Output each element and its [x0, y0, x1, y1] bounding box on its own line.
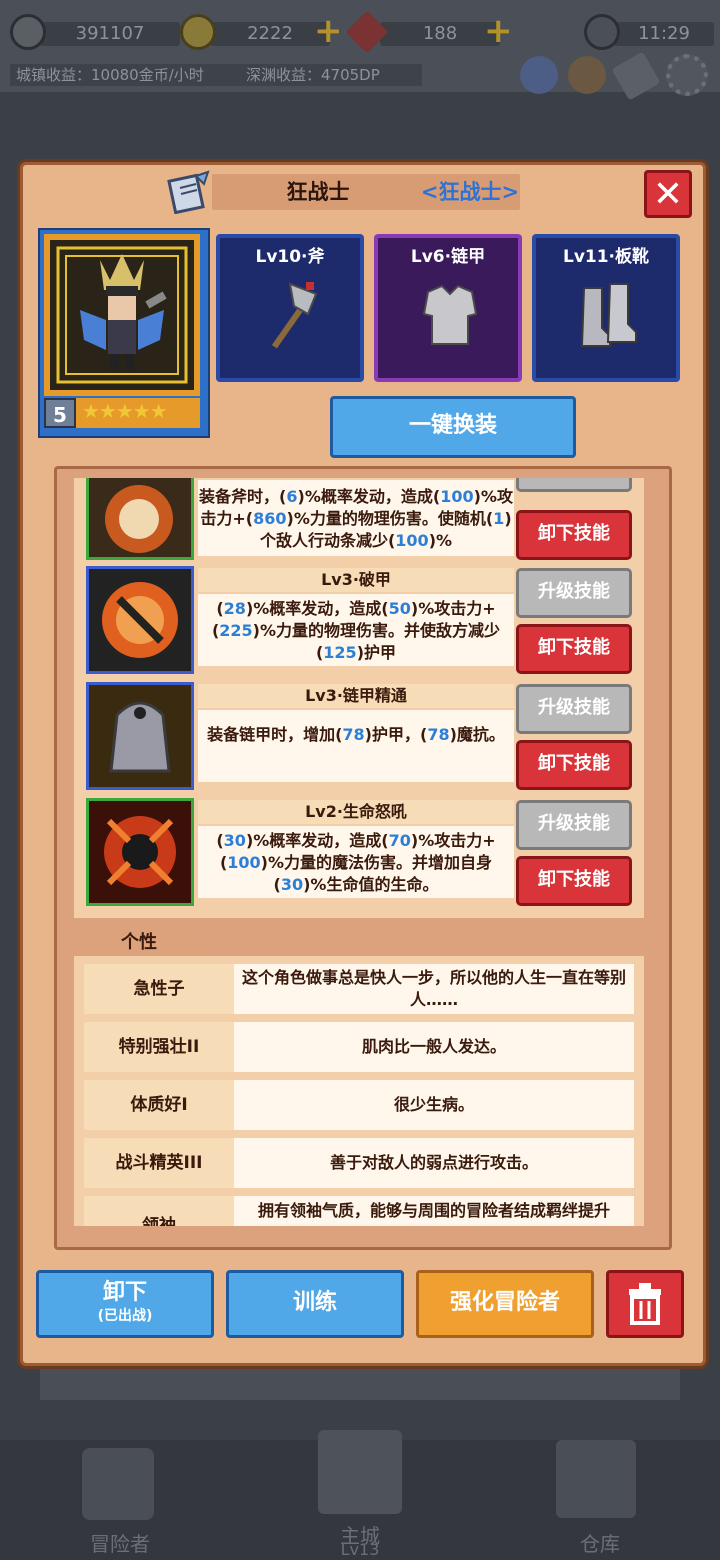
clock-value: 11:29 [614, 22, 714, 46]
settings-gear-icon[interactable] [666, 54, 708, 96]
skill-row: Lv3·链甲精通 装备链甲时，增加(78)护甲，(78)魔抗。 升级技能 卸下技… [74, 682, 644, 794]
skill-description: (28)%概率发动，造成(50)%攻击力+(225)%力量的物理伤害。并使敌方减… [198, 594, 514, 666]
coin-display: 2222 + [180, 14, 350, 50]
nav-warehouse[interactable]: 仓库 [540, 1528, 660, 1557]
trait-description: 这个角色做事总是快人一步，所以他的人生一直在等别人…… [234, 964, 634, 1014]
gem-icon [345, 10, 389, 54]
skill-description: 装备链甲时，增加(78)护甲，(78)魔抗。 [198, 710, 514, 782]
trait-description: 善于对敌人的弱点进行攻击。 [234, 1138, 634, 1188]
trait-row: 战斗精英III 善于对敌人的弱点进行攻击。 [84, 1138, 634, 1188]
skill-description: 装备斧时，(6)%概率发动，造成(100)%攻击力+(860)%力量的物理伤害。… [198, 480, 514, 556]
remove-skill-button[interactable]: 卸下技能 [516, 510, 632, 560]
boots-icon [580, 283, 637, 347]
coin-icon [180, 14, 216, 50]
gem-display: 188 + [345, 10, 520, 54]
skill-icon-life-roar [86, 798, 194, 906]
trait-name: 体质好I [84, 1080, 234, 1130]
trash-icon [629, 1283, 661, 1325]
nav-main-city-level: Lv13 [340, 1540, 380, 1559]
upgrade-skill-button[interactable]: 升级技能 [516, 568, 632, 618]
clock-icon [584, 14, 620, 50]
equip-slot-boots[interactable]: Lv11·板靴 [532, 234, 680, 382]
trait-name: 急性子 [84, 964, 234, 1014]
upgrade-skill-button[interactable]: 升级技能 [516, 800, 632, 850]
currency-display: 391107 [10, 14, 180, 50]
adventurers-nav-icon[interactable] [82, 1448, 154, 1520]
skill-name: Lv2·生命怒吼 [198, 800, 514, 824]
main-city-nav-icon[interactable] [318, 1430, 402, 1514]
skill-name: Lv3·破甲 [198, 568, 514, 592]
berserker-sprite-icon [56, 246, 188, 384]
book-icon [167, 170, 210, 214]
trait-row: 急性子 这个角色做事总是快人一步，所以他的人生一直在等别人…… [84, 964, 634, 1014]
trait-description: 肌肉比一般人发达。 [234, 1022, 634, 1072]
skill-description: (30)%概率发动，造成(70)%攻击力+(100)%力量的魔法伤害。并增加自身… [198, 826, 514, 898]
shop-icon[interactable] [568, 56, 606, 94]
currency-icon [10, 14, 46, 50]
unequip-label: 卸下 [102, 1280, 147, 1305]
chainmail-icon [422, 284, 478, 345]
unequip-hero-button[interactable]: 卸下 (已出战) [36, 1270, 214, 1338]
trait-row: 体质好I 很少生病。 [84, 1080, 634, 1130]
trait-description: 拥有领袖气质，能够与周围的冒险者结成羁绊提升 [234, 1196, 634, 1226]
hero-class: <狂战士> [420, 180, 520, 204]
axe-icon [271, 282, 318, 349]
trait-row: 特别强壮II 肌肉比一般人发达。 [84, 1022, 634, 1072]
skill-icon-axe [86, 478, 194, 560]
hero-name: 狂战士 [286, 180, 350, 204]
add-coins-icon[interactable]: + [314, 14, 343, 48]
coin-value: 2222 [210, 22, 330, 46]
equip-slot-armor[interactable]: Lv6·链甲 [374, 234, 522, 382]
equip-slot-weapon[interactable]: Lv10·斧 [216, 234, 364, 382]
delete-hero-button[interactable] [606, 1270, 684, 1338]
add-gems-icon[interactable]: + [484, 14, 513, 48]
currency-value: 391107 [40, 22, 180, 46]
remove-skill-button[interactable]: 卸下技能 [516, 856, 632, 906]
remove-skill-button[interactable]: 卸下技能 [516, 740, 632, 790]
unequip-sublabel: (已出战) [97, 1308, 153, 1324]
town-income: 城镇收益：10080金币/小时 [10, 64, 240, 86]
personality-tab[interactable]: 个性 [74, 929, 204, 957]
skill-icon-chainmail-mastery [86, 682, 194, 790]
abyss-income: 深渊收益：4705DP [240, 64, 422, 86]
hero-level-badge: 5 [44, 398, 76, 428]
trait-description: 很少生病。 [234, 1080, 634, 1130]
background-scenery [40, 1360, 680, 1400]
enhance-adventurer-button[interactable]: 强化冒险者 [416, 1270, 594, 1338]
skill-name: Lv3·链甲精通 [198, 684, 514, 708]
close-button[interactable]: ✕ [644, 170, 692, 218]
remove-skill-button[interactable]: 卸下技能 [516, 624, 632, 674]
equip-slot-label: Lv10·斧 [255, 247, 325, 267]
upgrade-skill-button[interactable] [516, 478, 632, 492]
equip-all-button[interactable]: 一键换装 [330, 396, 576, 458]
quest-icon[interactable] [520, 56, 558, 94]
warehouse-nav-icon[interactable] [556, 1440, 636, 1518]
trait-name: 特别强壮II [84, 1022, 234, 1072]
trait-name: 领袖 [84, 1196, 234, 1226]
hero-portrait [50, 240, 194, 390]
skill-row: 装备斧时，(6)%概率发动，造成(100)%攻击力+(860)%力量的物理伤害。… [74, 478, 644, 560]
skill-row: Lv2·生命怒吼 (30)%概率发动，造成(70)%攻击力+(100)%力量的魔… [74, 798, 644, 910]
trait-row: 领袖 拥有领袖气质，能够与周围的冒险者结成羁绊提升 [84, 1196, 634, 1226]
upgrade-skill-button[interactable]: 升级技能 [516, 684, 632, 734]
trait-list: 急性子 这个角色做事总是快人一步，所以他的人生一直在等别人…… 特别强壮II 肌… [74, 956, 644, 1226]
nav-adventurers[interactable]: 冒险者 [60, 1528, 180, 1557]
skill-icon-armor-break [86, 566, 194, 674]
clock-display: 11:29 [584, 14, 714, 50]
trait-name: 战斗精英III [84, 1138, 234, 1188]
train-button[interactable]: 训练 [226, 1270, 404, 1338]
equip-slot-label: Lv6·链甲 [410, 247, 486, 267]
skill-row: Lv3·破甲 (28)%概率发动，造成(50)%攻击力+(225)%力量的物理伤… [74, 566, 644, 678]
skill-list: 装备斧时，(6)%概率发动，造成(100)%攻击力+(860)%力量的物理伤害。… [74, 478, 644, 918]
equip-slot-label: Lv11·板靴 [562, 247, 650, 267]
hero-stars: ★★★★★ [82, 399, 168, 423]
gem-value: 188 [380, 22, 500, 46]
